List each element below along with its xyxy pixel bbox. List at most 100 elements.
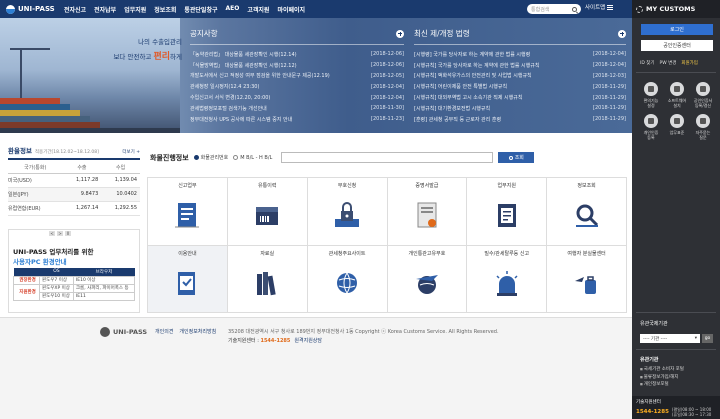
- service-declaration[interactable]: 신고업무: [148, 178, 228, 246]
- search-icon[interactable]: [572, 6, 577, 12]
- service-label: 밀수/관세탈루등 신고: [484, 250, 530, 257]
- crane-shape: [20, 48, 22, 98]
- quick-business-standards[interactable]: 업무표준: [664, 114, 690, 140]
- quick-label: 편의기능 설정: [643, 98, 659, 108]
- divider: [636, 349, 716, 350]
- cargo-option-number[interactable]: 화물관리번호: [193, 154, 228, 161]
- intl-org-title: 유관국제기관: [640, 321, 668, 327]
- helpdesk-number: 1544-1285: [260, 338, 291, 344]
- regulation-item[interactable]: [시행규칙] 국가를 당사자로 하는 계약에 관한 법률 시행규칙 [2018-1…: [414, 60, 626, 71]
- org-select[interactable]: ---- 기관 ---- ▾: [640, 334, 700, 343]
- footer-link-feedback[interactable]: 개인의견: [155, 328, 173, 335]
- service-archive[interactable]: 자료실: [227, 245, 308, 313]
- regulation-item[interactable]: [훈령] 관세청 공무직 등 근로자 관리 훈령 [2018-11-29]: [414, 114, 626, 125]
- remote-support-link[interactable]: 원격지원상담: [294, 338, 322, 344]
- column-header: 브라우저: [73, 268, 135, 276]
- nav-item-aeo[interactable]: AEO: [222, 5, 244, 14]
- notice-item[interactable]: 수입신고서 서식 변경(12.20, 20:00) [2018-12-04]: [190, 92, 404, 103]
- sidebar-title: MY CUSTOMS: [646, 5, 696, 13]
- login-button[interactable]: 로그인: [641, 24, 713, 35]
- regulation-item[interactable]: [시행규칙] 액화석유가스의 안전관리 및 사업법 시행규칙 [2018-12-0…: [414, 71, 626, 82]
- nav-item-business-support[interactable]: 업무지원: [120, 5, 150, 14]
- service-grid: 신고업무 유통이력 부호신청 증명서발급 업무지원 정보조회 이용안내 자료실 …: [147, 177, 627, 313]
- find-id-link[interactable]: ID 찾기: [640, 60, 655, 66]
- cargo-number-input[interactable]: [281, 152, 494, 163]
- next-arrow-icon[interactable]: >: [57, 231, 63, 236]
- notice-more-plus-icon[interactable]: [396, 29, 404, 38]
- org-go-button[interactable]: go: [702, 334, 713, 343]
- regulation-item[interactable]: [시행령] 국가를 당사자로 하는 계약에 관한 법률 시행령 [2018-12-…: [414, 49, 626, 60]
- prev-arrow-icon[interactable]: <: [49, 231, 55, 236]
- service-distribution-history[interactable]: 유통이력: [227, 178, 308, 246]
- nav-item-single-window[interactable]: 통관단일창구: [180, 5, 221, 14]
- service-lost-and-found[interactable]: 여행자 분실물센터: [547, 245, 627, 313]
- service-business-support[interactable]: 업무지원: [467, 178, 548, 246]
- notice-item[interactable]: 「농약관리법」 대상물품 세관장확인 시행(12.14) [2018-12-06]: [190, 49, 404, 60]
- exchange-table: 국가(통화) 수출 수입 미국(USD) 1,117.28 1,139.04 일…: [8, 162, 140, 216]
- service-certificate[interactable]: 증명서발급: [387, 178, 468, 246]
- regulation-more-plus-icon[interactable]: [618, 29, 626, 38]
- service-smuggling-report[interactable]: 밀수/관세탈루등 신고: [467, 245, 548, 313]
- notice-item[interactable]: 정부대전청사 UPS 공사에 따른 시스템 중지 안내 [2018-11-23]: [190, 114, 404, 125]
- notice-item[interactable]: 관세법령정보포털 검색기능 개선안내 [2018-11-30]: [190, 103, 404, 114]
- hero-slogan: 나의 수출입관리 보다 안전하고 편리하게: [92, 36, 182, 62]
- hamburger-icon: [607, 4, 614, 10]
- sitemap-button[interactable]: 사이트맵: [585, 3, 614, 11]
- nav-item-info-search[interactable]: 정보조회: [150, 5, 180, 14]
- certificate-center-button[interactable]: 공인인증센터: [641, 40, 713, 51]
- quick-convenience-settings[interactable]: 편의기능 설정: [638, 82, 664, 108]
- footer-logo: UNI-PASS: [100, 327, 147, 337]
- box-barcode-icon: [256, 207, 279, 225]
- notice-item[interactable]: 관세청장 일시정지(12.4 23:30) [2018-12-04]: [190, 81, 404, 92]
- sitemap-label: 사이트맵: [585, 5, 606, 11]
- regulation-date: [2018-12-04]: [593, 51, 626, 58]
- quick-certificate-register[interactable]: 공인인증서 등록/갱신: [690, 82, 716, 108]
- nav-item-e-declaration[interactable]: 전자신고: [60, 5, 90, 14]
- notice-item[interactable]: 개발도서에서 신고 적정성 여부 점검을 위한 안내문구 제공(12.19) [2…: [190, 71, 404, 82]
- column-header: 국가(통화): [8, 162, 63, 174]
- nav-item-customer-support[interactable]: 고객지원: [243, 5, 273, 14]
- notice-panel: 공지사항 「농약관리법」 대상물품 세관장확인 시행(12.14) [2018-1…: [190, 28, 404, 125]
- slogan-line1: 나의 수출입관리: [138, 38, 182, 46]
- notice-date: [2018-12-04]: [371, 83, 404, 90]
- org-select-value: ---- 기관 ----: [643, 336, 668, 342]
- related-agency-link[interactable]: 국세기관 소비자 포털: [640, 366, 684, 374]
- regulation-item[interactable]: [시행규칙] 어린이제품 안전 특별법 시행규칙 [2018-11-29]: [414, 81, 626, 92]
- export-rate-cell: 1,117.28: [62, 173, 102, 188]
- regulation-item[interactable]: [시행규칙] 대기환경보전법 시행규칙 [2018-11-29]: [414, 103, 626, 114]
- change-password-link[interactable]: PW 변경: [660, 60, 677, 66]
- nav-item-my-page[interactable]: 마이페이지: [273, 5, 309, 14]
- quick-personal-auth[interactable]: 개인인증 등록: [638, 114, 664, 140]
- notice-date: [2018-11-30]: [371, 105, 404, 112]
- sign-up-link[interactable]: 회원가입: [681, 60, 698, 66]
- regulation-item[interactable]: [시행규칙] 대외무역법 고시 소속기관 직제 시행규칙 [2018-11-29]: [414, 92, 626, 103]
- footer-link-privacy[interactable]: 개인정보처리방침: [179, 328, 216, 335]
- service-usage-guide[interactable]: 이용안내: [148, 245, 228, 313]
- hero-banner: 나의 수출입관리 보다 안전하고 편리하게 공지사항 「농약관리법」 대상물품 …: [0, 18, 632, 133]
- related-agency-link[interactable]: 개인정보포털: [640, 381, 684, 389]
- pause-icon[interactable]: II: [65, 231, 71, 236]
- table-row: 일본(JPY) 9.8473 10.0402: [8, 187, 140, 202]
- site-logo[interactable]: UNI-PASS: [0, 4, 60, 14]
- currency-cell: 일본(JPY): [8, 187, 63, 202]
- related-agency-link[interactable]: 물류정보가입/해지: [640, 374, 684, 382]
- cargo-tracking-bar: 화물진행정보 화물관리번호 M B/L - H B/L 조회: [150, 152, 535, 163]
- globe-icon: [337, 272, 358, 293]
- cargo-option-bl[interactable]: M B/L - H B/L: [233, 155, 272, 161]
- service-info-search[interactable]: 정보조회: [547, 178, 627, 246]
- search-input[interactable]: 통합검색: [527, 4, 581, 14]
- quick-faq[interactable]: 자주묻는 질문: [690, 114, 716, 140]
- env-browser: 크롬, 사파리, 파이어폭스 등: [72, 283, 136, 293]
- service-major-sites[interactable]: 관세청주요사이트: [307, 245, 388, 313]
- cargo-search-button[interactable]: 조회: [498, 152, 535, 163]
- service-code-application[interactable]: 부호신청: [307, 178, 388, 246]
- quick-software-install[interactable]: 소프트웨어 설치: [664, 82, 690, 108]
- service-label: 증명서발급: [415, 183, 439, 189]
- exchange-more-link[interactable]: 더보기 +: [122, 149, 140, 155]
- service-personal-customs-code[interactable]: 개인통관고유부호: [387, 245, 468, 313]
- nav-item-e-payment[interactable]: 전자납부: [90, 5, 120, 14]
- notice-date: [2018-12-04]: [371, 94, 404, 101]
- notice-item[interactable]: 「식물방역법」 대상물품 세관장확인 시행(12.12) [2018-12-06]: [190, 60, 404, 71]
- exchange-title: 환율정보: [8, 147, 32, 155]
- clipboard-icon: [497, 204, 516, 227]
